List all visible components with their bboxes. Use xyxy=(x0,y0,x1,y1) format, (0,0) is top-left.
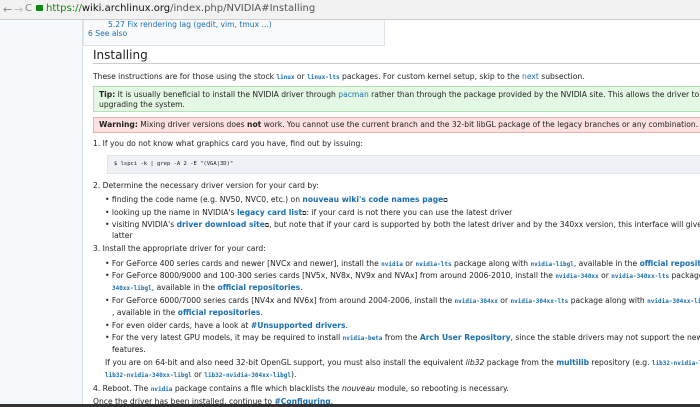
package-link[interactable]: lib32-nvidia-304xx-libgl xyxy=(204,372,291,379)
package-link[interactable]: nvidia-304xx-lts xyxy=(511,298,569,305)
browser-toolbar: ← → C https://wiki.archlinux.org/index.p… xyxy=(0,0,700,20)
list-item: • visiting NVIDIA's driver download site… xyxy=(105,220,700,229)
package-link[interactable]: linux-lts xyxy=(307,74,340,81)
list-item: • For the very latest GPU models, it may… xyxy=(105,333,700,342)
package-link[interactable]: 340xx-libgl xyxy=(112,285,152,292)
step-2: 2. Determine the necessary driver versio… xyxy=(93,181,319,190)
package-link[interactable]: nvidia xyxy=(381,261,403,268)
list-item: • For GeForce 8000/9000 and 100-300 seri… xyxy=(105,271,700,280)
section-heading: Installing xyxy=(93,48,700,64)
intro-paragraph: These instructions are for those using t… xyxy=(93,72,585,81)
step-1: 1. If you do not know what graphics card… xyxy=(93,139,363,148)
list-item: • For GeForce 6000/7000 series cards [NV… xyxy=(105,296,700,305)
multilib-note: If you are on 64-bit and also need 32-bi… xyxy=(105,358,700,367)
official-repositories-link[interactable]: official repositories xyxy=(178,308,261,317)
list-item-continuation: features. xyxy=(112,345,146,354)
external-link-icon: ⧉ xyxy=(443,197,448,204)
package-link[interactable]: lib32-nvidia- xyxy=(105,372,152,379)
list-item: • For GeForce 400 series cards and newer… xyxy=(105,259,700,268)
package-link[interactable]: nvidia-304xx xyxy=(455,298,498,305)
driver-download-link[interactable]: driver download site xyxy=(177,220,265,229)
url-path: /index.php/NVIDIA#Installing xyxy=(170,3,316,14)
multilib-link[interactable]: multilib xyxy=(556,358,589,367)
package-link[interactable]: lib32-nvidia-libgl xyxy=(652,360,700,367)
article-content: 5.27 Fix rendering lag (gedit, vim, tmux… xyxy=(82,20,700,407)
code-block: $ lspci -k | grep -A 2 -E "(VGA|3D)" xyxy=(107,155,700,174)
package-link[interactable]: nvidia-340xx xyxy=(555,273,598,280)
list-item-continuation: , available in the official repositories… xyxy=(112,308,263,317)
package-link[interactable]: nvidia-libgl xyxy=(530,261,573,268)
code-names-link[interactable]: nouveau wiki's code names page xyxy=(302,195,443,204)
step-3: 3. Install the appropriate driver for yo… xyxy=(93,244,266,253)
list-item: • looking up the name in NVIDIA's legacy… xyxy=(105,208,513,217)
step-4: 4. Reboot. The nvidia package contains a… xyxy=(93,384,509,393)
toc-item[interactable]: 5.27 Fix rendering lag (gedit, vim, tmux… xyxy=(108,20,272,29)
unsupported-drivers-link[interactable]: #Unsupported drivers xyxy=(251,321,346,330)
package-link[interactable]: nvidia-304xx-libgl xyxy=(647,298,700,305)
table-of-contents: 5.27 Fix rendering lag (gedit, vim, tmux… xyxy=(83,20,385,46)
official-repositories-link[interactable]: official repositories xyxy=(640,259,700,268)
aur-link[interactable]: Arch User Repository xyxy=(420,333,511,342)
lock-icon xyxy=(36,5,43,11)
next-link[interactable]: next xyxy=(522,72,539,81)
official-repositories-link[interactable]: official repositories xyxy=(217,283,300,292)
url-domain: wiki.archlinux.org xyxy=(81,3,171,14)
forward-button[interactable]: → xyxy=(14,3,23,16)
url-scheme: https:// xyxy=(46,3,82,14)
address-bar[interactable]: https://wiki.archlinux.org/index.php/NVI… xyxy=(36,3,315,14)
package-link[interactable]: linux xyxy=(276,74,294,81)
reload-button[interactable]: C xyxy=(25,3,32,14)
list-item-continuation: latter xyxy=(112,231,133,240)
package-link[interactable]: nvidia xyxy=(151,386,173,393)
tip-box: Tip: It is usually beneficial to install… xyxy=(93,86,700,112)
list-item: • finding the code name (e.g. NV50, NVC0… xyxy=(105,195,448,204)
back-button[interactable]: ← xyxy=(3,3,12,16)
package-link[interactable]: nvidia-lts xyxy=(415,261,451,268)
pacman-link[interactable]: pacman xyxy=(338,90,369,99)
package-link[interactable]: 340xx-libgl xyxy=(152,372,192,379)
list-item: • For even older cards, have a look at #… xyxy=(105,321,348,330)
multilib-note-continuation: lib32-nvidia-340xx-libgl or lib32-nvidia… xyxy=(105,370,297,379)
package-link[interactable]: nvidia-340xx-lts xyxy=(611,273,669,280)
warning-box: Warning: Mixing driver versions does not… xyxy=(93,117,700,133)
list-item-continuation: 340xx-libgl, available in the official r… xyxy=(112,283,303,292)
toc-item[interactable]: 6 See also xyxy=(88,29,127,38)
legacy-card-list-link[interactable]: legacy card list xyxy=(237,208,302,217)
package-link[interactable]: nvidia-beta xyxy=(343,335,383,342)
